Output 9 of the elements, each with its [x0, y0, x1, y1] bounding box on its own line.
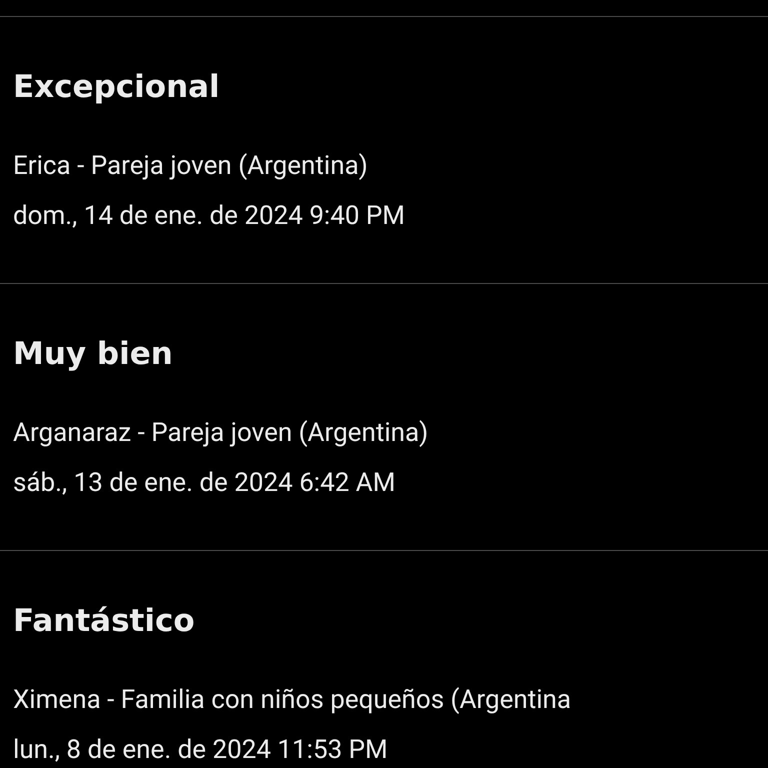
review-date: dom., 14 de ene. de 2024 9:40 PM	[13, 200, 406, 233]
reviewer-info: Arganaraz - Pareja joven (Argentina)	[13, 417, 430, 450]
reviewer-info: Ximena - Familia con niños pequeños (Argentina	[13, 684, 572, 717]
review-date: lun., 8 de ene. de 2024 11:53 PM	[13, 734, 389, 767]
review-rating: Fantástico	[13, 602, 196, 641]
review-rating: Muy bien	[13, 335, 174, 374]
review-rating: Excepcional	[13, 68, 221, 107]
review-date: sáb., 13 de ene. de 2024 6:42 AM	[13, 467, 396, 500]
reviewer-info: Erica - Pareja joven (Argentina)	[13, 150, 369, 183]
